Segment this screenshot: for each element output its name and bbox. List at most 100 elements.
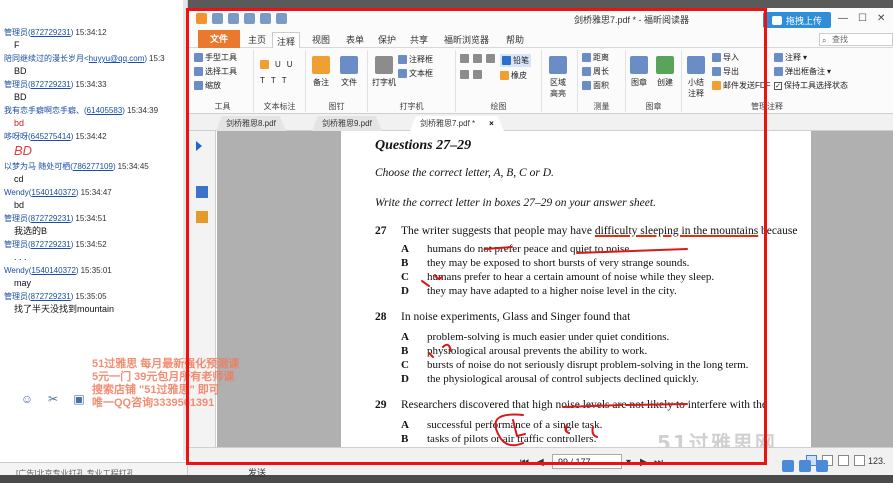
import-button[interactable]: 导入 [712, 52, 739, 63]
doc-tab-active[interactable]: 剑桥雅思7.pdf * × [410, 116, 504, 131]
facing-view-icon[interactable] [838, 455, 849, 466]
strikeout-button[interactable]: T [260, 76, 265, 85]
popup-note-dropdown[interactable]: 弹出框备注 ▾ [774, 66, 831, 77]
send-button[interactable]: 发送 [248, 466, 266, 479]
chat-user-id-link[interactable]: 872729231 [31, 80, 71, 89]
print-icon[interactable] [244, 13, 255, 24]
oval-icon[interactable] [473, 54, 482, 63]
chat-user-id-link[interactable]: 645275414 [31, 132, 71, 141]
select-tool[interactable]: 选择工具 [194, 66, 237, 77]
stamp-button[interactable]: 图章 [630, 56, 648, 88]
doc-tab[interactable]: 剑桥雅思9.pdf [312, 116, 382, 131]
chevron-down-icon[interactable]: ▾ [626, 457, 631, 468]
chat-user-id-link[interactable]: 1540140372 [31, 266, 76, 275]
page-number-input[interactable]: 99 / 177 [552, 454, 622, 469]
scissors-icon[interactable]: ✂ [46, 392, 60, 406]
smiley-icon[interactable]: ☺ [20, 392, 34, 406]
chat-user-id-link[interactable]: 1540140372 [31, 188, 76, 197]
summary-button[interactable]: 小结注释 [684, 56, 708, 99]
minimize-icon[interactable]: — [838, 13, 848, 24]
pencil-button[interactable]: 铅笔 [500, 54, 531, 67]
hand-tool[interactable]: 手型工具 [194, 52, 237, 63]
tab-help[interactable]: 帮助 [506, 33, 524, 46]
chat-user-id-link[interactable]: 872729231 [31, 292, 71, 301]
save-icon[interactable] [228, 13, 239, 24]
chat-username[interactable]: 哆呀呀( [4, 132, 31, 141]
close-tab-icon[interactable]: × [489, 119, 494, 128]
tray-app-icon[interactable] [782, 460, 794, 472]
tray-app-icon[interactable] [816, 460, 828, 472]
chat-username[interactable]: 我有恋手癖啊恋手癖、( [4, 106, 87, 115]
email-fdf-button[interactable]: 邮件发送FDF [712, 80, 771, 91]
area-highlight-button[interactable]: 区域高亮 [548, 56, 568, 99]
upload-button[interactable]: 拖拽上传 [763, 12, 831, 28]
tab-comment[interactable]: 注释 [272, 32, 301, 49]
undo-icon[interactable] [260, 13, 271, 24]
distance-button[interactable]: 距离 [582, 52, 609, 63]
tab-form[interactable]: 表单 [346, 33, 364, 46]
comments-dropdown[interactable]: 注释 ▾ [774, 52, 807, 63]
chat-username[interactable]: 管理员( [4, 292, 31, 301]
circle-icon[interactable] [460, 70, 469, 79]
chat-username[interactable]: 管理员( [4, 214, 31, 223]
chat-username[interactable]: 管理员( [4, 80, 31, 89]
chat-user-id-link[interactable]: 786277109 [73, 162, 113, 171]
textbox-button[interactable]: 文本框 [398, 68, 433, 79]
chat-user-id-link[interactable]: huyyu@qq.com [89, 54, 145, 63]
redo-icon[interactable] [276, 13, 287, 24]
zoom-level[interactable]: 123. [868, 456, 886, 466]
image-icon[interactable]: ▣ [72, 392, 86, 406]
prev-page-icon[interactable]: ◀ [536, 457, 544, 468]
area-button[interactable]: 面积 [582, 80, 609, 91]
rectangle-icon[interactable] [460, 54, 469, 63]
squiggly-button[interactable]: U [287, 60, 293, 69]
pages-icon[interactable] [196, 186, 208, 198]
first-page-icon[interactable]: ⏮ [520, 457, 529, 468]
callout-button[interactable]: 注释框 [398, 54, 433, 65]
chat-username[interactable]: Wendy( [4, 188, 31, 197]
chat-username[interactable]: 管理员( [4, 240, 31, 249]
file-attach-button[interactable]: 文件 [340, 56, 358, 88]
note-button[interactable]: 备注 [312, 56, 330, 88]
chat-username[interactable]: 管理员( [4, 28, 31, 37]
chat-user-id-link[interactable]: 61405583 [87, 106, 123, 115]
insert-button[interactable]: T [282, 76, 287, 85]
bookmarks-icon[interactable] [196, 211, 208, 223]
polygon-icon[interactable] [486, 54, 495, 63]
close-icon[interactable]: ✕ [877, 13, 885, 24]
chat-username[interactable]: 以梦为马 随处可栖( [4, 162, 73, 171]
expand-panel-icon[interactable] [196, 141, 202, 151]
last-page-icon[interactable]: ⏭ [654, 457, 663, 468]
search-input[interactable]: ⌕ 查找 [819, 33, 893, 46]
replace-button[interactable]: T [271, 76, 276, 85]
chat-user-id-link[interactable]: 872729231 [31, 214, 71, 223]
tab-home[interactable]: 主页 [248, 33, 266, 46]
chat-user-id-link[interactable]: 872729231 [31, 28, 71, 37]
highlight-icon[interactable] [260, 60, 269, 69]
keep-tool-checkbox[interactable]: ✓ 保持工具选择状态 [774, 80, 848, 91]
chat-username[interactable]: Wendy( [4, 266, 31, 275]
underline-button[interactable]: U [275, 60, 281, 69]
cover-view-icon[interactable] [854, 455, 865, 466]
tab-share[interactable]: 共享 [410, 33, 428, 46]
zoom-tool[interactable]: 缩放 [194, 80, 221, 91]
maximize-icon[interactable]: ☐ [858, 13, 867, 24]
export-button[interactable]: 导出 [712, 66, 739, 77]
doc-tab[interactable]: 剑桥雅思8.pdf [216, 116, 286, 131]
document-viewer[interactable]: Questions 27–29 Choose the correct lette… [217, 131, 893, 447]
tray-app-icon[interactable] [799, 460, 811, 472]
tab-view[interactable]: 视图 [312, 33, 330, 46]
create-stamp-button[interactable]: 创建 [656, 56, 674, 88]
typewriter-button[interactable]: 打字机 [372, 56, 396, 88]
line-icon[interactable] [473, 70, 482, 79]
perimeter-button[interactable]: 周长 [582, 66, 609, 77]
tab-file[interactable]: 文件 [198, 30, 240, 48]
option-text: humans prefer to hear a certain amount o… [427, 271, 715, 283]
eraser-button[interactable]: 橡皮 [500, 70, 527, 81]
open-icon[interactable] [212, 13, 223, 24]
tab-browser[interactable]: 福昕浏览器 [444, 33, 489, 46]
next-page-icon[interactable]: ▶ [640, 457, 648, 468]
chat-username[interactable]: 陪同继续过的漫长岁月< [4, 54, 89, 63]
chat-user-id-link[interactable]: 872729231 [31, 240, 71, 249]
tab-protect[interactable]: 保护 [378, 33, 396, 46]
